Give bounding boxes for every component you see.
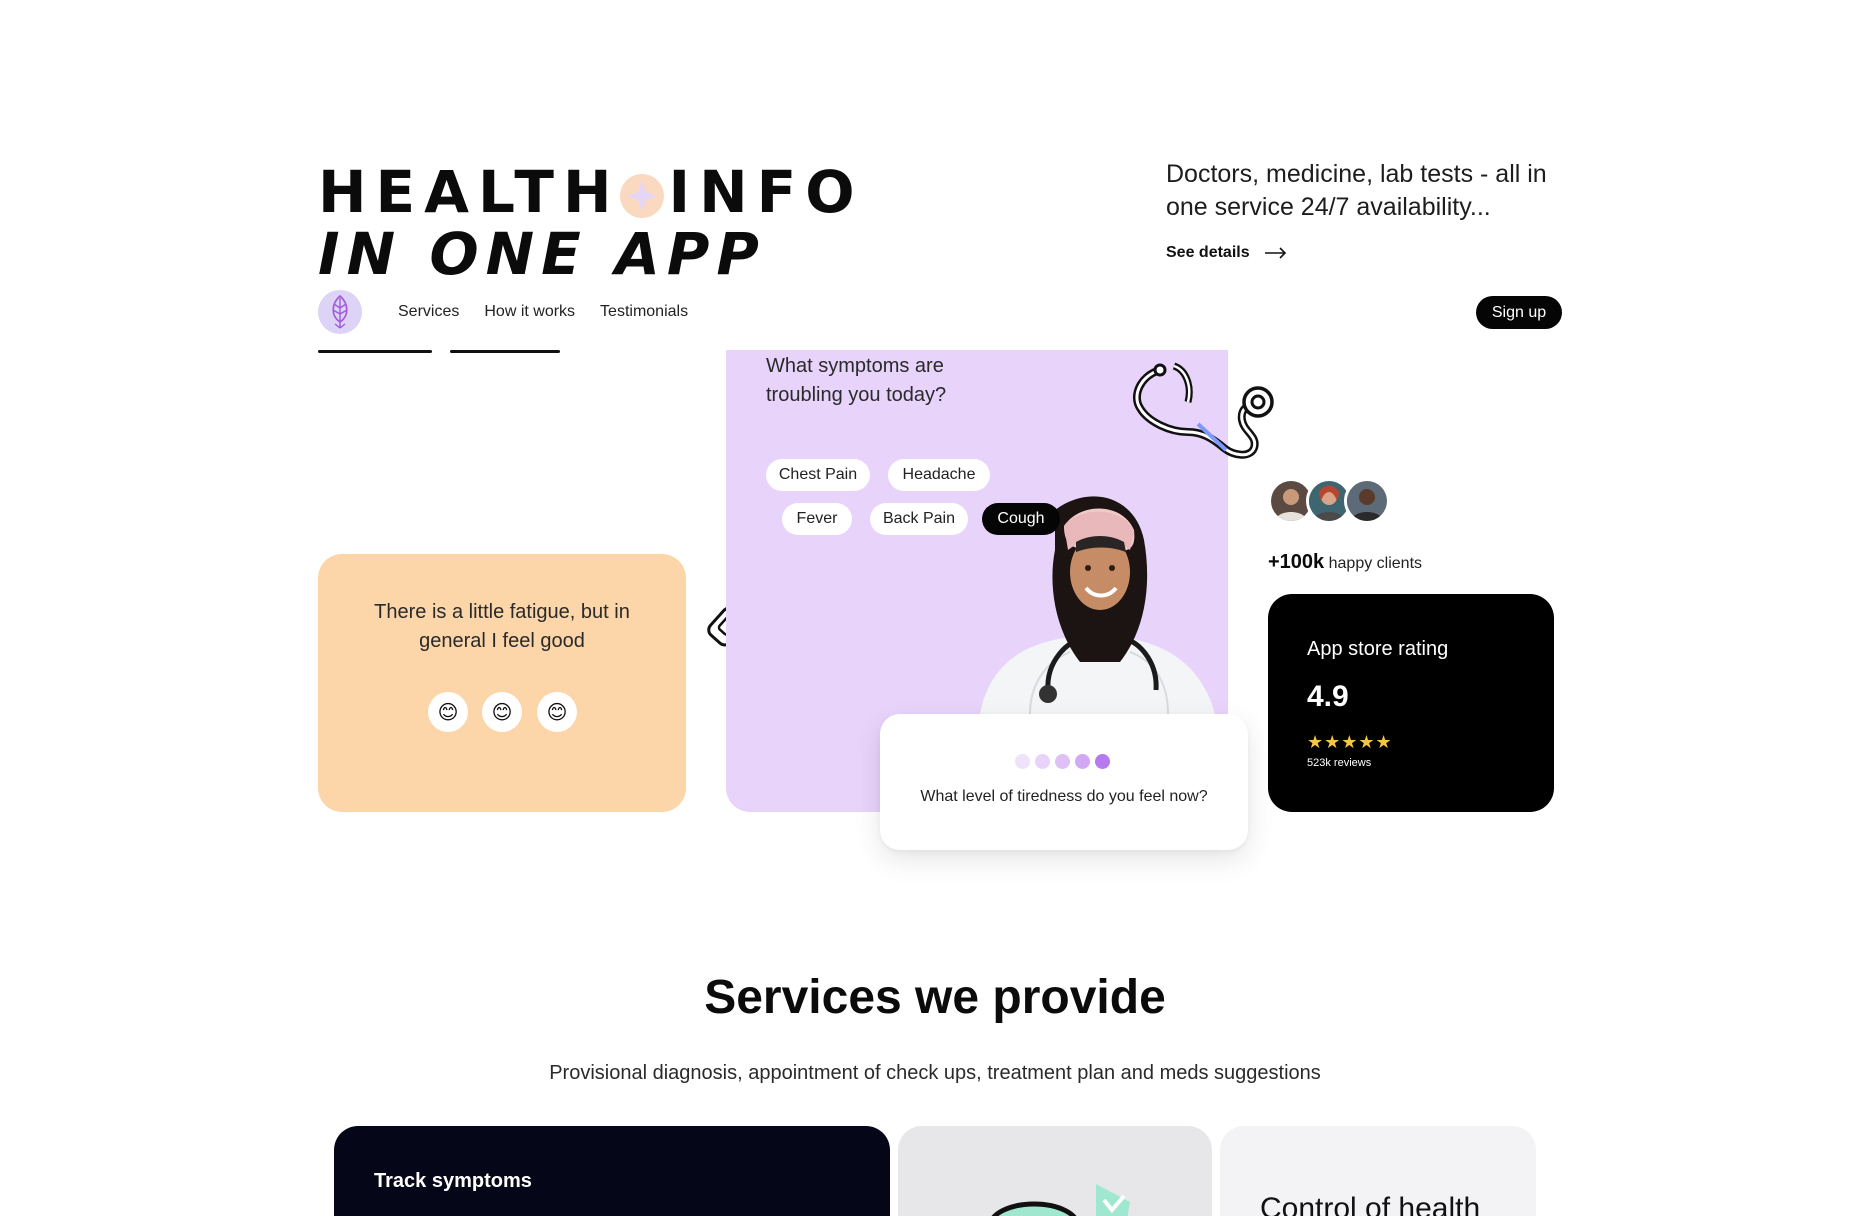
service-card-illustration[interactable]: [898, 1126, 1212, 1216]
nav-item-services[interactable]: Services: [398, 303, 459, 321]
service-card-title: Track symptoms: [374, 1170, 532, 1192]
rating-title: App store rating: [1307, 638, 1449, 660]
hero-title-line-1: HEALTH INFO: [318, 158, 864, 226]
review-count: 523k reviews: [1307, 757, 1372, 769]
nav-item-how-it-works[interactable]: How it works: [484, 303, 575, 321]
level-dot[interactable]: [1035, 754, 1050, 769]
app-logo[interactable]: [318, 290, 362, 334]
services-heading: Services we provide: [704, 971, 1166, 1024]
avatar: [1344, 478, 1390, 524]
see-details-label: See details: [1166, 244, 1250, 261]
nav-item-testimonials[interactable]: Testimonials: [600, 303, 688, 321]
rating-value: 4.9: [1307, 680, 1349, 713]
mood-card-text: There is a little fatigue, but in genera…: [374, 601, 630, 652]
symptom-chip-chest-pain[interactable]: Chest Pain: [766, 459, 870, 491]
main-nav: Services How it works Testimonials: [398, 303, 688, 321]
symptoms-question: What symptoms are troubling you today?: [766, 355, 947, 406]
smile-icon: 😊: [437, 701, 459, 724]
smile-emoji-button[interactable]: 😊: [482, 692, 522, 732]
leaf-logo-icon: [332, 294, 348, 329]
tiredness-card: [880, 714, 1248, 850]
client-avatars: [1268, 478, 1390, 524]
sign-up-button[interactable]: Sign up: [1476, 296, 1562, 329]
symptom-chip-fever[interactable]: Fever: [782, 503, 852, 535]
hero-word-info: INFO: [668, 158, 864, 226]
stethoscope-icon: [1132, 362, 1274, 459]
clients-count: +100k: [1268, 551, 1325, 573]
hero-word-health: HEALTH: [318, 158, 621, 226]
tiredness-question: What level of tiredness do you feel now?: [920, 788, 1208, 805]
hero-tagline: Doctors, medicine, lab tests - all in on…: [1166, 160, 1547, 221]
tiredness-level-indicator[interactable]: [1015, 754, 1110, 769]
cross-badge-icon: [617, 167, 667, 218]
see-details-link[interactable]: See details: [1166, 244, 1288, 262]
symptom-chip-back-pain[interactable]: Back Pain: [870, 503, 968, 535]
star-rating-icon: ★★★★★: [1307, 732, 1393, 752]
level-dot[interactable]: [1015, 754, 1030, 769]
service-card-title: Control of health: [1260, 1192, 1481, 1216]
mood-card: [318, 554, 686, 812]
arrow-right-icon: [1264, 247, 1286, 259]
smile-icon: 😊: [546, 701, 568, 724]
symptom-chip-headache[interactable]: Headache: [888, 459, 990, 491]
services-subtitle: Provisional diagnosis, appointment of ch…: [549, 1062, 1321, 1084]
symptom-chip-cough[interactable]: Cough: [982, 503, 1060, 535]
happy-clients: +100k happy clients: [1268, 551, 1422, 574]
level-dot[interactable]: [1075, 754, 1090, 769]
smile-emoji-button[interactable]: 😊: [537, 692, 577, 732]
clients-label: happy clients: [1328, 555, 1423, 572]
smile-icon: 😊: [491, 701, 513, 724]
capsule-illustration-icon: [991, 1184, 1130, 1216]
smile-emoji-button[interactable]: 😊: [428, 692, 468, 732]
divider-underline: [450, 350, 560, 353]
divider-underline: [318, 350, 432, 353]
hero-title-line-2: IN ONE APP: [318, 220, 766, 288]
level-dot[interactable]: [1055, 754, 1070, 769]
level-dot[interactable]: [1095, 754, 1110, 769]
